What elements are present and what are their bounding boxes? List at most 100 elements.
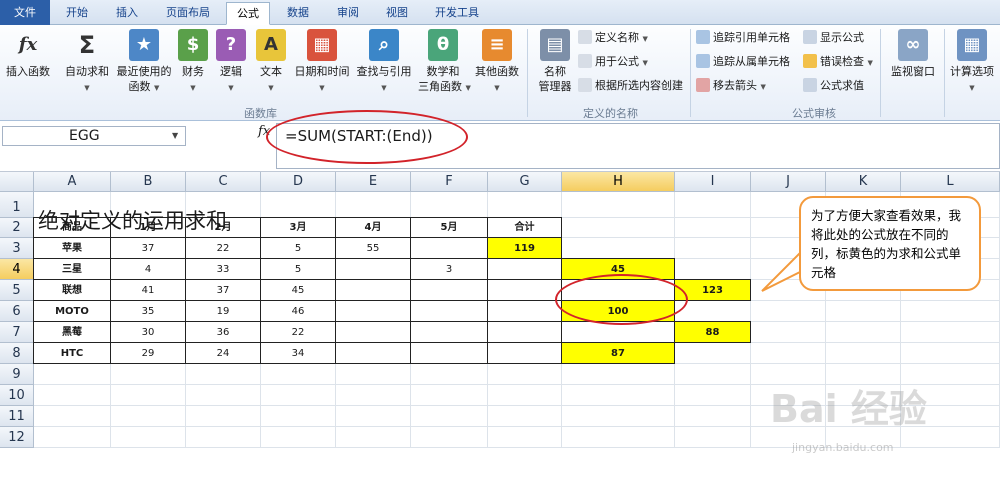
table-cell[interactable]: 5	[260, 258, 336, 280]
table-cell[interactable]	[335, 321, 411, 343]
column-header-I[interactable]: I	[675, 172, 751, 192]
trace-dependents-button[interactable]: 追踪从属单元格	[696, 53, 790, 71]
column-header-K[interactable]: K	[826, 172, 901, 192]
tab-developer[interactable]: 开发工具	[425, 2, 489, 25]
trace-precedents-button[interactable]: 追踪引用单元格	[696, 29, 790, 47]
cell[interactable]	[488, 192, 562, 218]
table-cell[interactable]: 19	[185, 300, 261, 322]
table-cell[interactable]: 37	[185, 279, 261, 301]
column-header-E[interactable]: E	[336, 172, 411, 192]
cell[interactable]	[411, 364, 488, 385]
cell[interactable]	[675, 192, 751, 218]
table-cell[interactable]: 55	[335, 237, 411, 259]
table-cell[interactable]	[487, 258, 562, 280]
cell[interactable]	[34, 364, 111, 385]
table-cell[interactable]: 4	[110, 258, 186, 280]
cell[interactable]	[901, 322, 1000, 343]
cell[interactable]	[411, 406, 488, 427]
table-cell[interactable]: 三星	[33, 258, 111, 280]
datetime-button[interactable]: ▦ 日期和时间 ▼	[292, 29, 352, 96]
table-cell[interactable]: 34	[260, 342, 336, 364]
table-cell[interactable]	[487, 321, 562, 343]
autosum-button[interactable]: Σ 自动求和 ▼	[62, 29, 112, 96]
row-header-10[interactable]: 10	[0, 385, 34, 406]
table-header-cell[interactable]: 4月	[335, 217, 411, 238]
column-header-A[interactable]: A	[34, 172, 111, 192]
cell[interactable]	[336, 427, 411, 448]
row-header-1[interactable]: 1	[0, 192, 34, 218]
row-header-11[interactable]: 11	[0, 406, 34, 427]
remove-arrows-button[interactable]: 移去箭头 ▼	[696, 77, 766, 95]
table-cell[interactable]	[487, 342, 562, 364]
cell[interactable]	[186, 385, 261, 406]
column-header-J[interactable]: J	[751, 172, 826, 192]
table-cell[interactable]	[335, 300, 411, 322]
logical-button[interactable]: ? 逻辑 ▼	[214, 29, 248, 96]
show-formulas-button[interactable]: 显示公式	[803, 29, 864, 47]
cell[interactable]	[411, 192, 488, 218]
cell[interactable]	[562, 427, 675, 448]
table-cell[interactable]	[335, 258, 411, 280]
cell[interactable]	[751, 343, 826, 364]
cell[interactable]	[675, 364, 751, 385]
tab-page-layout[interactable]: 页面布局	[156, 2, 220, 25]
column-header-F[interactable]: F	[411, 172, 488, 192]
column-header-H[interactable]: H	[562, 172, 675, 192]
cell[interactable]	[336, 192, 411, 218]
define-name-button[interactable]: 定义名称 ▼	[578, 29, 648, 47]
text-functions-button[interactable]: A 文本 ▼	[254, 29, 288, 96]
calculation-options-button[interactable]: ▦ 计算选项 ▼	[946, 29, 998, 96]
sum-cell-i7[interactable]: 88	[674, 321, 751, 343]
cell[interactable]	[562, 364, 675, 385]
cell[interactable]	[34, 427, 111, 448]
table-cell[interactable]: 46	[260, 300, 336, 322]
name-manager-button[interactable]: ▤ 名称 管理器	[533, 29, 577, 94]
cell[interactable]	[261, 364, 336, 385]
cell[interactable]	[901, 301, 1000, 322]
cell[interactable]	[562, 192, 675, 218]
table-cell[interactable]: 5	[260, 237, 336, 259]
table-cell[interactable]	[410, 300, 488, 322]
cell[interactable]	[675, 259, 751, 280]
table-header-cell[interactable]: 3月	[260, 217, 336, 238]
row-header-7[interactable]: 7	[0, 322, 34, 343]
table-cell[interactable]: 45	[260, 279, 336, 301]
column-header-L[interactable]: L	[901, 172, 1000, 192]
financial-button[interactable]: $ 财务 ▼	[176, 29, 210, 96]
table-cell[interactable]: HTC	[33, 342, 111, 364]
cell[interactable]	[675, 343, 751, 364]
table-cell[interactable]: 33	[185, 258, 261, 280]
more-functions-button[interactable]: ≡ 其他函数 ▼	[472, 29, 522, 96]
table-cell[interactable]	[410, 342, 488, 364]
tab-home[interactable]: 开始	[56, 2, 98, 25]
table-header-cell[interactable]: 合计	[487, 217, 562, 238]
evaluate-formula-button[interactable]: 公式求值	[803, 77, 864, 95]
row-header-3[interactable]: 3	[0, 238, 34, 259]
table-cell[interactable]: 41	[110, 279, 186, 301]
tab-data[interactable]: 数据	[277, 2, 319, 25]
cell[interactable]	[751, 301, 826, 322]
cell[interactable]	[562, 406, 675, 427]
table-cell[interactable]: 29	[110, 342, 186, 364]
watch-window-button[interactable]: ∞ 监视窗口	[884, 29, 942, 79]
insert-function-button[interactable]: fx 插入函数	[4, 29, 52, 79]
cell[interactable]	[488, 385, 562, 406]
cell[interactable]	[186, 427, 261, 448]
column-header-D[interactable]: D	[261, 172, 336, 192]
column-header-G[interactable]: G	[488, 172, 562, 192]
cell[interactable]	[261, 427, 336, 448]
table-cell[interactable]: 苹果	[33, 237, 111, 259]
cell[interactable]	[336, 385, 411, 406]
cell[interactable]	[562, 322, 675, 343]
create-from-selection-button[interactable]: 根据所选内容创建	[578, 77, 683, 95]
row-header-5[interactable]: 5	[0, 280, 34, 301]
table-header-cell[interactable]: 5月	[410, 217, 488, 238]
cell[interactable]	[34, 385, 111, 406]
tab-view[interactable]: 视图	[376, 2, 418, 25]
cell[interactable]	[111, 385, 186, 406]
math-trig-button[interactable]: θ 数学和 三角函数 ▼	[418, 29, 471, 96]
cell[interactable]	[675, 406, 751, 427]
row-header-9[interactable]: 9	[0, 364, 34, 385]
cell[interactable]	[488, 427, 562, 448]
cell[interactable]	[901, 343, 1000, 364]
